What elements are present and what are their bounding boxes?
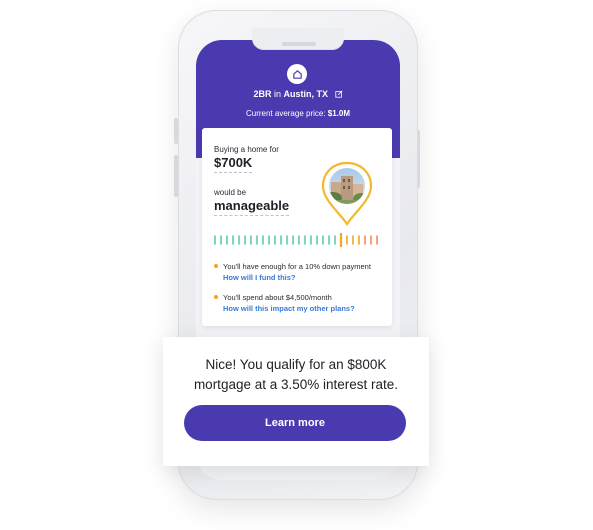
bullet-dot: [214, 264, 218, 268]
bedrooms-value: 2BR: [253, 89, 272, 99]
qualification-message: Nice! You qualify for an $800K mortgage …: [163, 355, 429, 395]
location-value: Austin, TX: [283, 89, 329, 99]
edit-icon[interactable]: [334, 90, 343, 100]
location-selector[interactable]: 2BR in Austin, TX: [200, 89, 396, 100]
assessment-value: manageable: [214, 198, 290, 216]
average-price: Current average price: $1.0M: [200, 109, 396, 118]
bullet-monthly: You'll spend about $4,500/month: [214, 293, 332, 302]
phone-speaker: [282, 42, 316, 46]
phone-notch: [252, 28, 344, 50]
impact-plans-link[interactable]: How will this impact my other plans?: [223, 304, 355, 313]
monthly-spend-text: You'll spend about $4,500/month: [223, 293, 332, 302]
affordability-gauge: [214, 233, 378, 247]
buying-label: Buying a home for: [214, 145, 279, 154]
fund-link-row: How will I fund this?: [223, 273, 296, 282]
bullet-dot: [214, 295, 218, 299]
would-be-label: would be: [214, 188, 247, 197]
home-icon: [287, 64, 307, 84]
app-stage: 2BR in Austin, TX Current average price:…: [0, 0, 593, 530]
price-value[interactable]: $700K: [214, 155, 253, 173]
location-pin-icon: [319, 160, 375, 228]
fund-this-link[interactable]: How will I fund this?: [223, 273, 296, 282]
bullet-down-payment: You'll have enough for a 10% down paymen…: [214, 262, 371, 271]
down-payment-text: You'll have enough for a 10% down paymen…: [223, 262, 371, 271]
learn-more-button[interactable]: Learn more: [184, 405, 406, 441]
qualification-line-1: Nice! You qualify for an $800K: [205, 357, 387, 372]
plans-link-row: How will this impact my other plans?: [223, 304, 355, 313]
avg-price-value: $1.0M: [327, 109, 351, 118]
qualification-line-2: mortgage at a 3.50% interest rate.: [193, 377, 399, 392]
location-connector: in: [273, 89, 281, 99]
avg-price-label: Current average price:: [245, 109, 326, 118]
